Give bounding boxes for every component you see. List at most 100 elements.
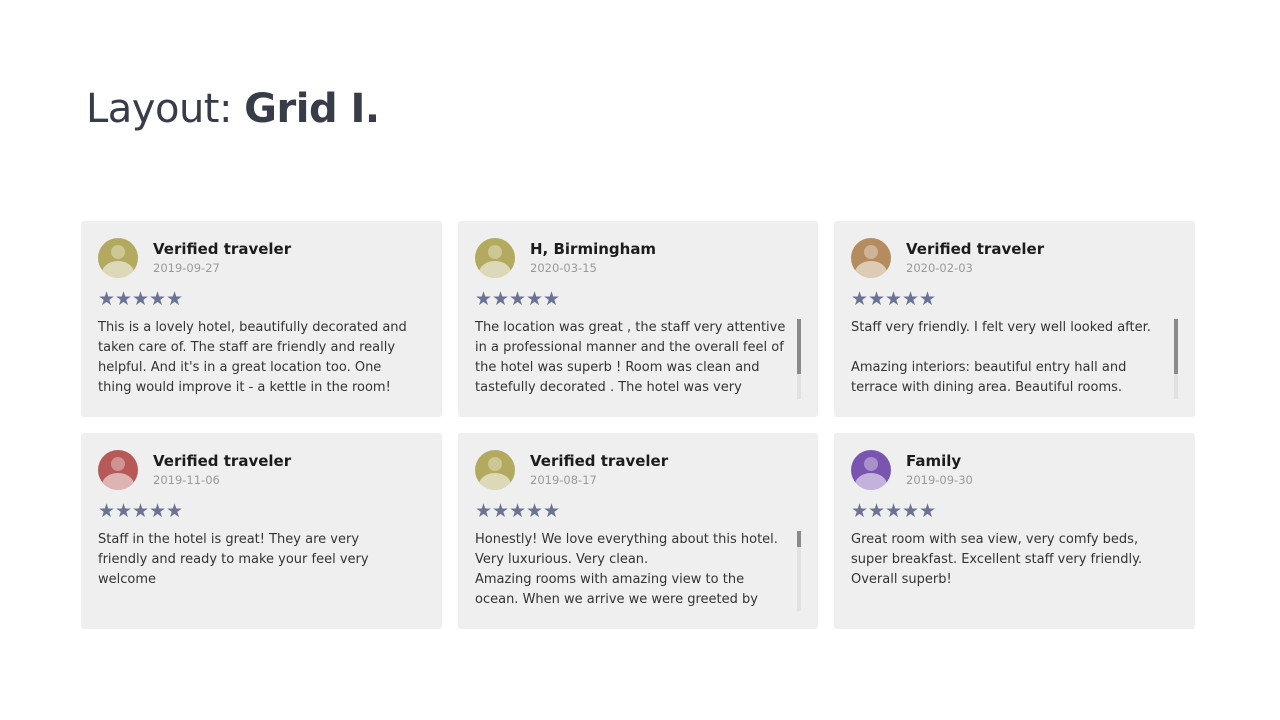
page-title-strong: Grid I. — [244, 86, 380, 132]
star-icon: ★ — [885, 500, 903, 522]
author-block: Verified traveler 2020-02-03 — [906, 240, 1044, 276]
review-date: 2019-09-30 — [906, 473, 973, 487]
avatar — [475, 450, 515, 490]
review-text-container: Staff in the hotel is great! They are ve… — [98, 530, 425, 610]
star-icon: ★ — [492, 288, 510, 310]
star-icon: ★ — [526, 500, 544, 522]
star-icon: ★ — [166, 288, 184, 310]
review-date: 2019-09-27 — [153, 261, 220, 275]
star-rating: ★ ★ ★ ★ ★ — [98, 288, 425, 310]
review-text-container[interactable]: The location was great , the staff very … — [475, 318, 801, 398]
scrollbar-track[interactable] — [1174, 319, 1178, 399]
star-icon: ★ — [509, 500, 527, 522]
review-header: Verified traveler 2019-08-17 — [475, 450, 801, 490]
star-icon: ★ — [98, 500, 116, 522]
star-icon: ★ — [902, 500, 920, 522]
page-title: Layout: Grid I. — [86, 84, 380, 134]
scrollbar-thumb[interactable] — [797, 531, 801, 547]
avatar-body-shape — [479, 473, 511, 490]
review-date: 2020-02-03 — [906, 261, 973, 275]
author-block: Family 2019-09-30 — [906, 452, 973, 488]
review-card: H, Birmingham 2020-03-15 ★ ★ ★ ★ ★ The location… — [458, 221, 818, 417]
star-rating: ★ ★ ★ ★ ★ — [475, 288, 801, 310]
avatar — [851, 238, 891, 278]
star-icon: ★ — [868, 288, 886, 310]
review-header: Verified traveler 2019-09-27 — [98, 238, 425, 278]
review-text: Great room with sea view, very comfy bed… — [851, 532, 1143, 587]
star-rating: ★ ★ ★ ★ ★ — [851, 288, 1178, 310]
review-text-container[interactable]: Honestly! We love everything about this … — [475, 530, 801, 610]
star-icon: ★ — [475, 288, 493, 310]
star-icon: ★ — [475, 500, 493, 522]
review-date: 2020-03-15 — [530, 261, 597, 275]
star-icon: ★ — [902, 288, 920, 310]
review-header: Verified traveler 2020-02-03 — [851, 238, 1178, 278]
reviewer-name: Family — [906, 452, 962, 470]
star-icon: ★ — [132, 288, 150, 310]
scrollbar-thumb[interactable] — [797, 319, 801, 374]
author-block: Verified traveler 2019-11-06 — [153, 452, 291, 488]
avatar-body-shape — [102, 261, 134, 278]
review-header: H, Birmingham 2020-03-15 — [475, 238, 801, 278]
avatar-head-shape — [111, 457, 125, 471]
star-icon: ★ — [149, 288, 167, 310]
reviewer-name: Verified traveler — [530, 452, 669, 470]
avatar-body-shape — [102, 473, 134, 490]
review-header: Family 2019-09-30 — [851, 450, 1178, 490]
star-icon: ★ — [115, 288, 133, 310]
star-icon: ★ — [166, 500, 184, 522]
review-date: 2019-08-17 — [530, 473, 597, 487]
star-icon: ★ — [543, 288, 561, 310]
author-block: Verified traveler 2019-09-27 — [153, 240, 291, 276]
review-text: Staff very friendly. I felt very well lo… — [851, 320, 1151, 395]
avatar-head-shape — [488, 245, 502, 259]
review-text: The location was great , the staff very … — [475, 320, 786, 395]
page-title-prefix: Layout: — [86, 86, 232, 132]
reviewer-name: H, Birmingham — [530, 240, 657, 258]
scrollbar-track[interactable] — [797, 319, 801, 399]
star-icon: ★ — [885, 288, 903, 310]
review-text: Staff in the hotel is great! They are ve… — [98, 532, 369, 587]
review-card: Verified traveler 2020-02-03 ★ ★ ★ ★ ★ Staff ve… — [834, 221, 1195, 417]
review-text-container: Great room with sea view, very comfy bed… — [851, 530, 1178, 610]
review-text: Honestly! We love everything about this … — [475, 532, 778, 607]
star-icon: ★ — [492, 500, 510, 522]
star-icon: ★ — [919, 500, 937, 522]
scrollbar-track[interactable] — [797, 531, 801, 611]
avatar-head-shape — [864, 245, 878, 259]
review-text-container[interactable]: Staff very friendly. I felt very well lo… — [851, 318, 1178, 398]
avatar — [98, 450, 138, 490]
star-icon: ★ — [132, 500, 150, 522]
reviewer-name: Verified traveler — [906, 240, 1045, 258]
scrollbar-thumb[interactable] — [1174, 319, 1178, 374]
avatar — [98, 238, 138, 278]
star-rating: ★ ★ ★ ★ ★ — [851, 500, 1178, 522]
star-icon: ★ — [98, 288, 116, 310]
star-icon: ★ — [149, 500, 167, 522]
avatar — [475, 238, 515, 278]
review-card: Verified traveler 2019-08-17 ★ ★ ★ ★ ★ Honestly… — [458, 433, 818, 629]
avatar-head-shape — [111, 245, 125, 259]
review-card: Family 2019-09-30 ★ ★ ★ ★ ★ Great room with sea… — [834, 433, 1195, 629]
review-card: Verified traveler 2019-11-06 ★ ★ ★ ★ ★ Staff in… — [81, 433, 442, 629]
star-icon: ★ — [868, 500, 886, 522]
author-block: Verified traveler 2019-08-17 — [530, 452, 668, 488]
star-icon: ★ — [526, 288, 544, 310]
star-icon: ★ — [851, 288, 869, 310]
reviewer-name: Verified traveler — [153, 452, 292, 470]
star-rating: ★ ★ ★ ★ ★ — [98, 500, 425, 522]
avatar-head-shape — [488, 457, 502, 471]
star-rating: ★ ★ ★ ★ ★ — [475, 500, 801, 522]
review-grid: Verified traveler 2019-09-27 ★ ★ ★ ★ ★ This is … — [81, 221, 1195, 629]
star-icon: ★ — [543, 500, 561, 522]
review-date: 2019-11-06 — [153, 473, 220, 487]
avatar-body-shape — [479, 261, 511, 278]
review-card: Verified traveler 2019-09-27 ★ ★ ★ ★ ★ This is … — [81, 221, 442, 417]
page: Layout: Grid I. Verified traveler 2019-09… — [0, 0, 1280, 720]
star-icon: ★ — [115, 500, 133, 522]
star-icon: ★ — [851, 500, 869, 522]
reviewer-name: Verified traveler — [153, 240, 292, 258]
avatar — [851, 450, 891, 490]
avatar-body-shape — [855, 473, 887, 490]
author-block: H, Birmingham 2020-03-15 — [530, 240, 656, 276]
